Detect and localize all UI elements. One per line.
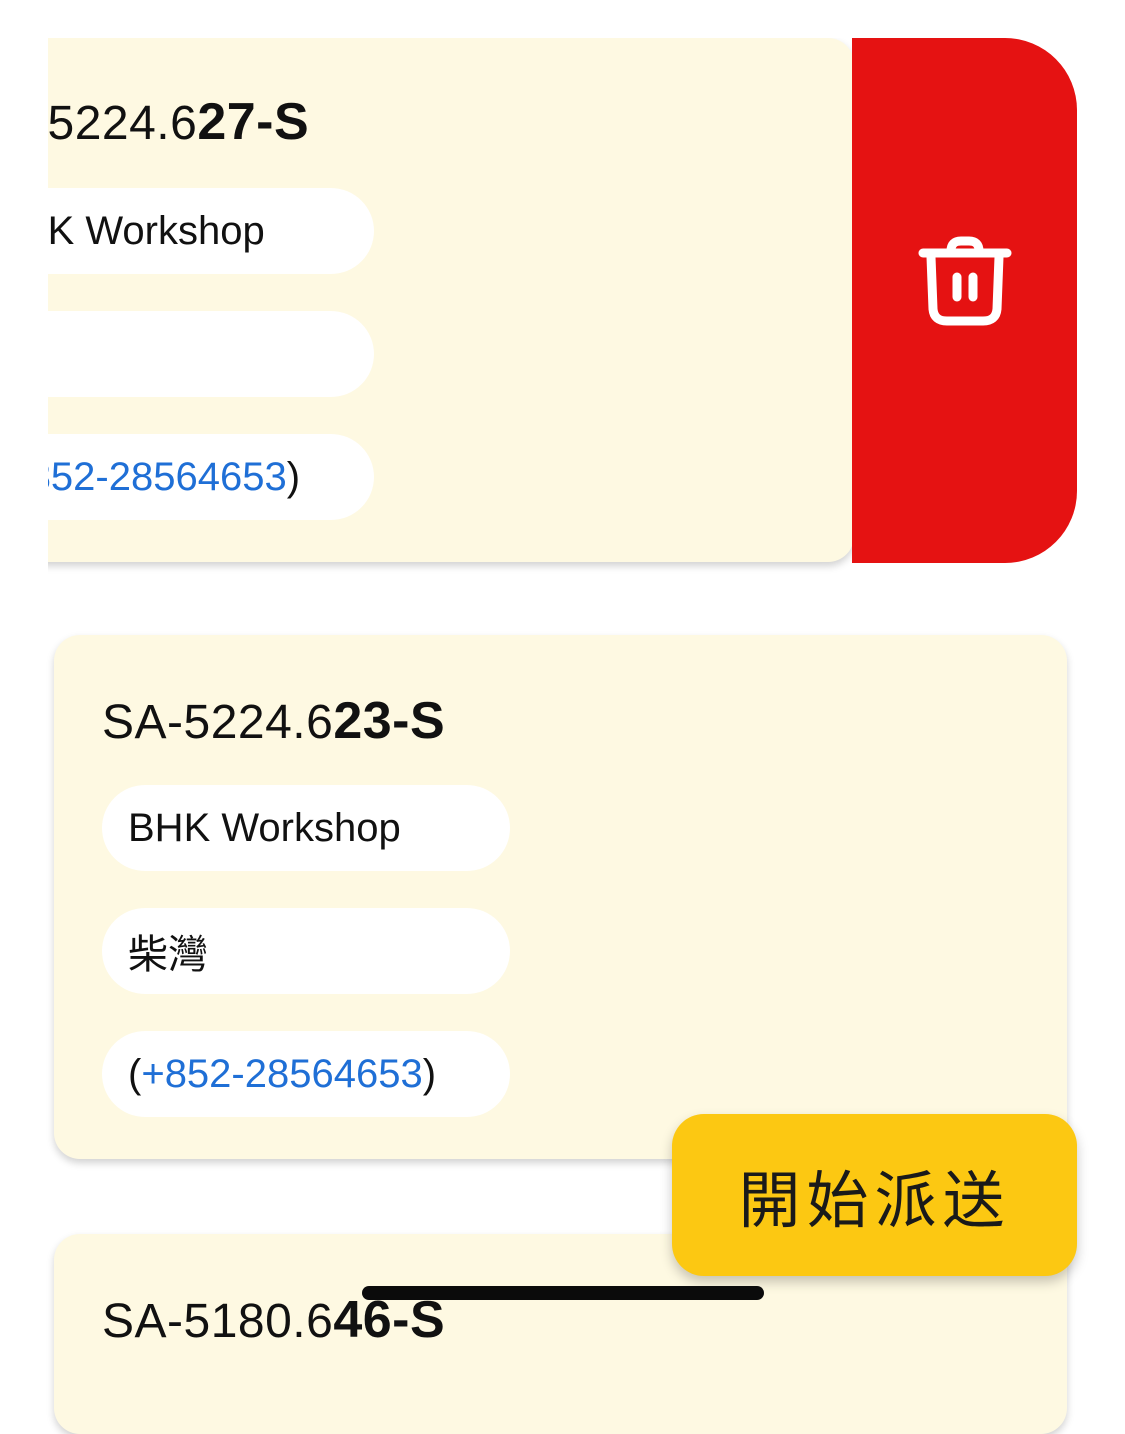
location-pill: BHK Workshop: [48, 188, 374, 274]
order-id: SA-5224.623-S: [102, 692, 446, 750]
phone-link[interactable]: +852-28564653: [48, 455, 287, 500]
delete-button[interactable]: [852, 38, 1077, 563]
district-pill: 柴灣: [102, 908, 510, 994]
home-indicator[interactable]: [362, 1286, 764, 1300]
location-pill: BHK Workshop: [102, 785, 510, 871]
phone-pill[interactable]: (+852-28564653): [48, 434, 374, 520]
order-card[interactable]: SA-5224.623-S BHK Workshop 柴灣 (+852-2856…: [54, 635, 1067, 1159]
start-dispatch-button[interactable]: 開始派送: [672, 1114, 1077, 1276]
order-card[interactable]: SA-5224.627-S BHK Workshop (+852-2856465…: [48, 38, 854, 562]
phone-link[interactable]: +852-28564653: [141, 1052, 422, 1097]
trash-icon: [918, 236, 1011, 325]
district-pill: [48, 311, 374, 397]
order-id: SA-5224.627-S: [48, 93, 310, 151]
phone-pill[interactable]: (+852-28564653): [102, 1031, 510, 1117]
swiped-card-clip: SA-5224.627-S BHK Workshop (+852-2856465…: [48, 38, 858, 578]
